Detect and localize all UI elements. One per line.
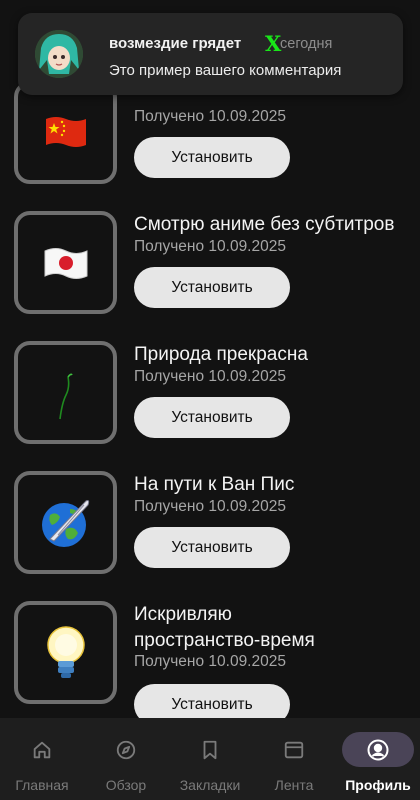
install-button[interactable]: Установить (134, 137, 290, 178)
profile-icon (367, 739, 389, 760)
compass-icon (116, 740, 136, 759)
user-badge-icon: X (265, 31, 282, 56)
list-item: Смотрю аниме без субтитров Получено 10.0… (0, 211, 420, 321)
avatar (35, 30, 83, 78)
list-item: На пути к Ван Пис Получено 10.09.2025 Ус… (0, 471, 420, 581)
nav-item-explore[interactable]: Обзор (84, 718, 168, 800)
list-item: Искривляю пространство-время Получено 10… (0, 601, 420, 718)
nav-label: Профиль (345, 777, 411, 793)
feed-icon (284, 741, 304, 758)
nav-item-feed[interactable]: Лента (252, 718, 336, 800)
japan-flag-icon (44, 247, 87, 279)
bookmark-icon (203, 740, 217, 759)
comment-text: Это пример вашего комментария (109, 62, 342, 79)
bottom-navigation: Главная Обзор Закладки Лента Профиль (0, 718, 420, 800)
badge-thumbnail[interactable] (14, 471, 117, 574)
nav-item-bookmarks[interactable]: Закладки (168, 718, 252, 800)
notification-time: сегодня (280, 36, 333, 52)
install-button[interactable]: Установить (134, 397, 290, 438)
badge-list: Получено 10.09.2025 Установить Смотрю ан… (0, 0, 420, 718)
nav-label: Главная (15, 777, 69, 793)
nav-label: Лента (274, 777, 314, 793)
home-icon (33, 741, 51, 758)
received-date: Получено 10.09.2025 (134, 368, 286, 385)
received-date: Получено 10.09.2025 (134, 653, 286, 670)
nav-label: Закладки (179, 777, 241, 793)
badge-thumbnail[interactable] (14, 341, 117, 444)
badge-thumbnail[interactable] (14, 601, 117, 704)
install-button[interactable]: Установить (134, 684, 290, 718)
badge-thumbnail[interactable] (14, 81, 117, 184)
nav-item-profile[interactable]: Профиль (336, 718, 420, 800)
china-flag-icon (45, 116, 86, 147)
globe-quill-icon (41, 499, 89, 547)
lightbulb-icon (46, 625, 85, 678)
received-date: Получено 10.09.2025 (134, 238, 286, 255)
nav-label: Обзор (105, 777, 147, 793)
comment-notification[interactable]: возмездие грядет X сегодня Это пример ва… (18, 13, 403, 95)
sprout-icon (58, 373, 73, 419)
badge-thumbnail[interactable] (14, 211, 117, 314)
username: возмездие грядет (109, 35, 242, 52)
badge-title-line2: пространство-время (134, 630, 315, 651)
badge-title: Смотрю аниме без субтитров (134, 214, 395, 235)
nav-item-home[interactable]: Главная (0, 718, 84, 800)
install-button[interactable]: Установить (134, 527, 290, 568)
badge-title: На пути к Ван Пис (134, 474, 295, 495)
received-date: Получено 10.09.2025 (134, 108, 286, 125)
badge-title: Природа прекрасна (134, 344, 308, 365)
install-button[interactable]: Установить (134, 267, 290, 308)
badge-title-line1: Искривляю (134, 604, 232, 625)
list-item: Получено 10.09.2025 Установить (0, 81, 420, 191)
list-item: Природа прекрасна Получено 10.09.2025 Ус… (0, 341, 420, 451)
received-date: Получено 10.09.2025 (134, 498, 286, 515)
